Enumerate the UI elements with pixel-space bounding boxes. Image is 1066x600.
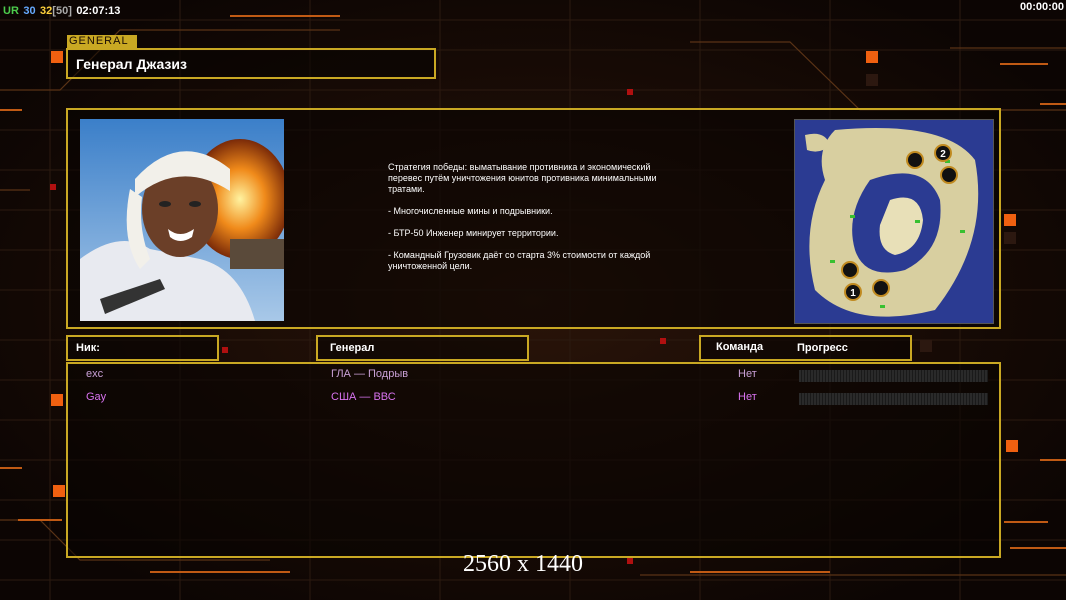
player-row: Gay США — ВВС Нет (68, 391, 999, 407)
frame-value: 32 (40, 5, 53, 17)
player-nick: exc (86, 368, 104, 380)
header-general: Генерал (316, 335, 529, 361)
player-progress-bar (799, 370, 988, 382)
general-tag: GENERAL (67, 35, 137, 48)
feature-mines: - Многочисленные мины и подрывники. (388, 206, 553, 216)
players-panel: exc ГЛА — Подрыв Нет Gay США — ВВС Нет (66, 362, 1001, 558)
player-row: exc ГЛА — Подрыв Нет (68, 368, 999, 384)
player-nick: Gay (86, 391, 107, 403)
header-nick-label: Ник: (76, 342, 100, 354)
strategy-text: Стратегия победы: выматывание противника… (388, 162, 657, 194)
player-team[interactable]: Нет (738, 391, 757, 403)
general-info-panel: Стратегия победы: выматывание противника… (66, 108, 1001, 329)
ur-label: UR (3, 5, 19, 17)
map-preview: 2 1 (794, 119, 994, 324)
header-nick: Ник: (66, 335, 219, 361)
player-general[interactable]: ГЛА — Подрыв (331, 368, 408, 380)
clock: 02:07:13 (76, 5, 121, 17)
header-progress-label: Прогресс (797, 342, 848, 354)
hud-stats: UR 30 32[50] 02:07:13 (3, 1, 120, 19)
resolution-watermark: 2560 x 1440 (463, 551, 583, 577)
feature-btr50: - БТР-50 Инженер минирует территории. (388, 228, 559, 238)
strategy-description: Стратегия победы: выматывание противника… (388, 162, 708, 283)
player-general[interactable]: США — ВВС (331, 391, 396, 403)
limit-value: [50] (52, 5, 72, 17)
fps-value: 30 (23, 5, 36, 17)
header-general-label: Генерал (330, 342, 375, 354)
map-start-1: 1 (850, 288, 856, 299)
general-title-box: Генерал Джазиз (66, 48, 436, 79)
player-team[interactable]: Нет (738, 368, 757, 380)
header-team-progress: Команда Прогресс (699, 335, 912, 361)
general-portrait (80, 119, 284, 321)
map-start-2: 2 (940, 149, 946, 160)
general-name: Генерал Джазиз (76, 56, 187, 72)
player-progress-bar (799, 393, 988, 405)
header-team-label: Команда (716, 341, 764, 353)
feature-command-truck: - Командный Грузовик даёт со старта 3% с… (388, 250, 651, 271)
game-timer: 00:00:00 (1019, 1, 1064, 13)
